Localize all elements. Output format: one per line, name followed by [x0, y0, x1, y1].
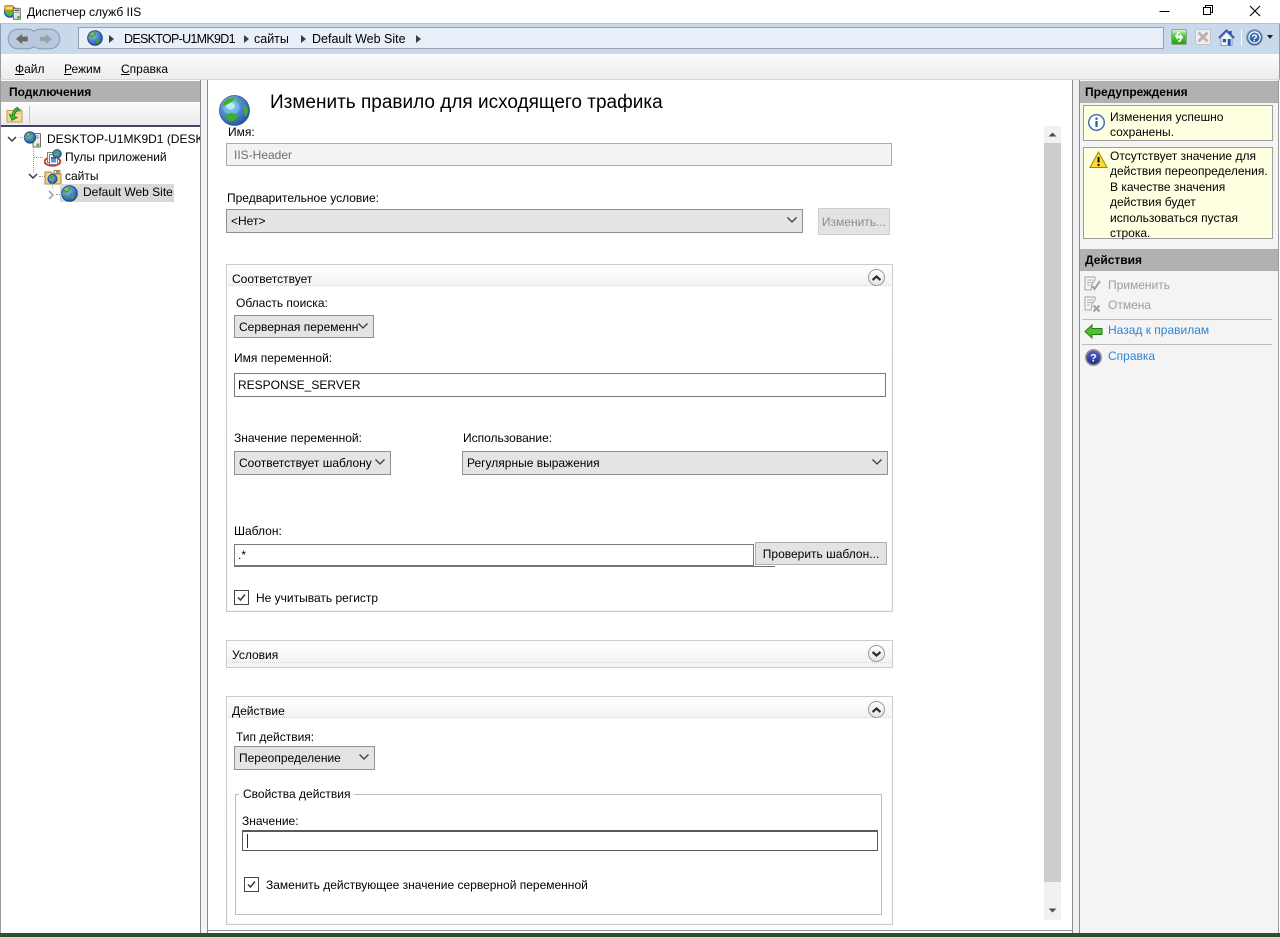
svg-text:?: ?: [1090, 353, 1097, 365]
svg-text:?: ?: [1251, 32, 1257, 44]
